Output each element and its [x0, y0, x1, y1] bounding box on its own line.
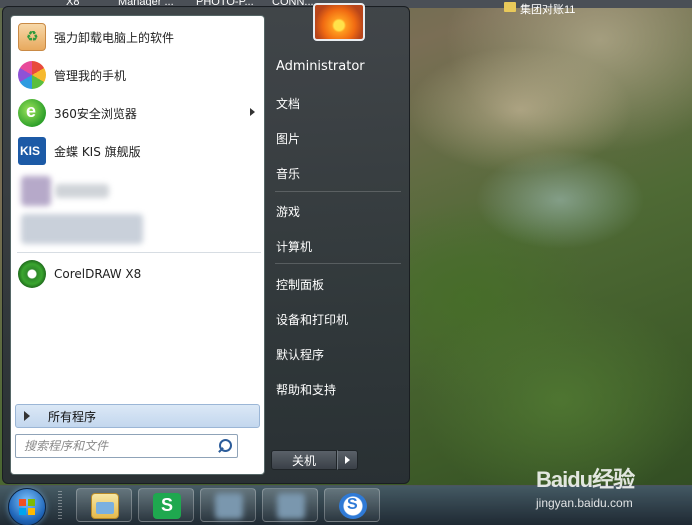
uninstall-icon — [18, 23, 46, 51]
search-icon[interactable] — [216, 437, 234, 455]
blurred-program-icon — [21, 176, 51, 206]
taskbar-button-wps[interactable] — [138, 488, 194, 522]
coreldraw-icon — [18, 260, 46, 288]
program-item-360-browser[interactable]: 360安全浏览器 — [15, 95, 261, 131]
taskbar-grip[interactable] — [58, 491, 62, 521]
blurred-app-icon — [277, 493, 305, 519]
all-programs-label: 所有程序 — [48, 409, 97, 424]
program-item-uninstall[interactable]: 强力卸载电脑上的软件 — [15, 19, 261, 55]
devices-printers-link[interactable]: 设备和打印机 — [276, 311, 348, 328]
kis-icon — [18, 137, 46, 165]
program-label: 管理我的手机 — [54, 68, 127, 83]
taskbar-button-sogou[interactable] — [324, 488, 380, 522]
program-label: 金蝶 KIS 旗舰版 — [54, 144, 141, 159]
computer-link[interactable]: 计算机 — [276, 238, 312, 255]
shutdown-button[interactable]: 关机 — [271, 450, 337, 470]
divider — [17, 252, 261, 253]
browser-360-icon — [18, 99, 46, 127]
control-panel-link[interactable]: 控制面板 — [276, 276, 324, 293]
expand-arrow-icon — [24, 411, 30, 421]
program-label: CorelDRAW X8 — [54, 267, 142, 281]
program-item-coreldraw[interactable]: CorelDRAW X8 — [15, 256, 261, 292]
program-item-kis[interactable]: 金蝶 KIS 旗舰版 — [15, 133, 261, 169]
program-label: 360安全浏览器 — [54, 106, 137, 121]
search-box[interactable] — [15, 434, 238, 458]
user-name-link[interactable]: Administrator — [276, 59, 365, 74]
user-avatar[interactable] — [313, 3, 365, 41]
taskbar-button-blurred[interactable] — [200, 488, 256, 522]
search-input[interactable] — [16, 436, 216, 456]
blurred-app-icon — [215, 493, 243, 519]
folder-icon[interactable] — [504, 2, 516, 12]
start-menu: 强力卸载电脑上的软件 管理我的手机 360安全浏览器 金蝶 KIS 旗舰版 Co… — [2, 3, 410, 484]
desktop-folder-label[interactable]: 集团对账11 — [520, 1, 575, 17]
sogou-icon — [339, 493, 367, 519]
pictures-link[interactable]: 图片 — [276, 130, 300, 147]
baidu-watermark: Baidu经验 jingyan.baidu.com — [536, 462, 635, 510]
start-menu-programs-pane: 强力卸载电脑上的软件 管理我的手机 360安全浏览器 金蝶 KIS 旗舰版 Co… — [10, 15, 265, 475]
blurred-program-item — [21, 214, 143, 244]
taskbar-button-explorer[interactable] — [76, 488, 132, 522]
taskbar-button-blurred[interactable] — [262, 488, 318, 522]
all-programs-button[interactable]: 所有程序 — [15, 404, 260, 428]
divider — [275, 263, 401, 264]
submenu-arrow-icon[interactable] — [250, 108, 255, 116]
file-explorer-icon — [91, 493, 119, 519]
documents-link[interactable]: 文档 — [276, 95, 300, 112]
shutdown-options-button[interactable] — [337, 450, 358, 470]
watermark-brand: Baidu经验 — [536, 467, 635, 492]
divider — [275, 191, 401, 192]
music-link[interactable]: 音乐 — [276, 165, 300, 182]
default-programs-link[interactable]: 默认程序 — [276, 346, 324, 363]
program-label: 强力卸载电脑上的软件 — [54, 30, 175, 45]
watermark-url: jingyan.baidu.com — [536, 496, 633, 510]
phone-manager-icon — [18, 61, 46, 89]
windows-start-icon[interactable] — [8, 488, 46, 525]
blurred-program-label — [55, 184, 109, 198]
program-item-phone-manager[interactable]: 管理我的手机 — [15, 57, 261, 93]
wps-spreadsheet-icon — [153, 493, 181, 519]
help-support-link[interactable]: 帮助和支持 — [276, 381, 336, 398]
games-link[interactable]: 游戏 — [276, 203, 300, 220]
